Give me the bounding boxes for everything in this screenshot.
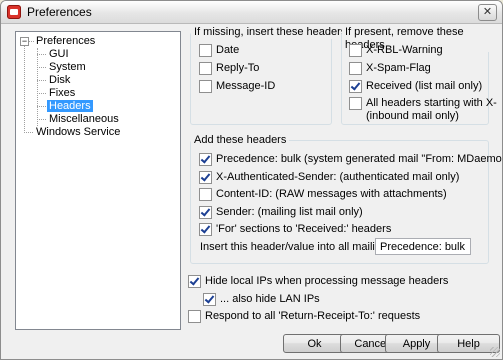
checkbox-all-x-headers[interactable]: All headers starting with X- (inbound ma… — [349, 97, 497, 123]
checkbox-box[interactable] — [199, 44, 212, 57]
checkbox-x-rbl-warning[interactable]: X-RBL-Warning — [349, 44, 443, 57]
title-bar: Preferences ✕ — [1, 1, 502, 24]
checkbox-box[interactable] — [188, 310, 201, 323]
checkbox-received-list-mail[interactable]: Received (list mail only) — [349, 80, 482, 93]
checkbox-box[interactable] — [199, 171, 212, 184]
missing-headers-title: If missing, insert these headers — [191, 26, 350, 39]
checkbox-hide-local-ips[interactable]: Hide local IPs when processing message h… — [188, 275, 448, 288]
tree-item-windows-service[interactable]: Windows Service — [34, 126, 122, 139]
checkbox-box[interactable] — [349, 80, 362, 93]
all-x-headers-line1: All headers starting with X- — [366, 97, 497, 109]
checkbox-x-authenticated-sender[interactable]: X-Authenticated-Sender: (authenticated m… — [199, 171, 459, 184]
checkbox-box[interactable] — [199, 206, 212, 219]
checkbox-box[interactable] — [203, 293, 216, 306]
checkbox-precedence-bulk[interactable]: Precedence: bulk (system generated mail … — [199, 153, 502, 166]
checkbox-box[interactable] — [199, 153, 212, 166]
collapse-icon[interactable]: − — [20, 37, 29, 46]
add-headers-title: Add these headers — [191, 134, 290, 147]
all-x-headers-line2: (inbound mail only) — [366, 110, 459, 122]
checkbox-box[interactable] — [349, 62, 362, 75]
tree-item-preferences[interactable]: Preferences — [34, 35, 97, 48]
ok-button[interactable]: Ok — [283, 334, 346, 353]
preferences-window: Preferences ✕ − Preferences GUI System D… — [0, 0, 503, 360]
checkbox-for-sections[interactable]: 'For' sections to 'Received:' headers — [199, 223, 391, 236]
insert-header-input[interactable]: Precedence: bulk — [375, 238, 471, 255]
window-title: Preferences — [27, 5, 92, 19]
checkbox-sender[interactable]: Sender: (mailing list mail only) — [199, 206, 363, 219]
checkbox-box[interactable] — [188, 275, 201, 288]
tree-item-miscellaneous[interactable]: Miscellaneous — [47, 113, 121, 126]
checkbox-box[interactable] — [199, 62, 212, 75]
checkbox-box[interactable] — [199, 188, 212, 201]
checkbox-box[interactable] — [199, 223, 212, 236]
tree-item-gui[interactable]: GUI — [47, 48, 71, 61]
checkbox-return-receipt[interactable]: Respond to all 'Return-Receipt-To:' requ… — [188, 310, 420, 323]
checkbox-x-spam-flag[interactable]: X-Spam-Flag — [349, 62, 431, 75]
tree-item-disk[interactable]: Disk — [47, 74, 72, 87]
preferences-tree[interactable]: − Preferences GUI System Disk Fixes Head… — [15, 31, 181, 330]
resize-grip-icon[interactable] — [490, 347, 500, 357]
tree-item-headers[interactable]: Headers — [47, 100, 93, 113]
checkbox-message-id[interactable]: Message-ID — [199, 80, 275, 93]
checkbox-box[interactable] — [349, 97, 362, 110]
checkbox-box[interactable] — [349, 44, 362, 57]
checkbox-hide-lan-ips[interactable]: ... also hide LAN IPs — [203, 293, 320, 306]
checkbox-reply-to[interactable]: Reply-To — [199, 62, 259, 75]
app-icon — [7, 5, 21, 19]
checkbox-content-id[interactable]: Content-ID: (RAW messages with attachmen… — [199, 188, 447, 201]
tree-item-system[interactable]: System — [47, 61, 88, 74]
checkbox-date[interactable]: Date — [199, 44, 239, 57]
close-button[interactable]: ✕ — [478, 4, 497, 21]
checkbox-box[interactable] — [199, 80, 212, 93]
tree-item-fixes[interactable]: Fixes — [47, 87, 77, 100]
